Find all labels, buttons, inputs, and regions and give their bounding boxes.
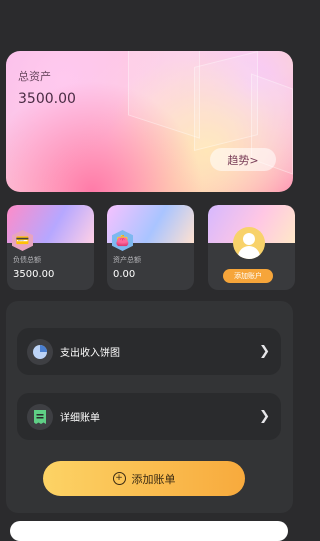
decor-shape — [194, 51, 258, 151]
total-assets-card: 总资产 3500.00 趋势> — [6, 51, 293, 192]
decor-shape — [128, 51, 200, 139]
chevron-right-icon: ❯ — [259, 409, 270, 424]
pie-chart-label: 支出收入饼图 — [60, 348, 120, 359]
add-account-button[interactable]: 添加账户 — [223, 269, 273, 283]
assets-card[interactable]: 👛 资产总额 0.00 — [107, 205, 194, 290]
actions-panel: 支出收入饼图 ❯ 详细账单 ❯ + 添加账单 — [6, 301, 293, 513]
add-account-card[interactable]: + 添加账户 — [208, 205, 295, 290]
plus-circle-icon: + — [112, 472, 126, 485]
bottom-sheet-edge — [10, 521, 288, 541]
add-bill-label: 添加账单 — [131, 472, 176, 486]
assets-total-value: 0.00 — [113, 269, 136, 280]
total-assets-value: 3500.00 — [18, 91, 76, 107]
debt-card[interactable]: 💳 负债总额 3500.00 — [7, 205, 94, 290]
pie-chart-row[interactable]: 支出收入饼图 ❯ — [17, 328, 281, 375]
receipt-icon — [27, 403, 53, 430]
add-bill-button[interactable]: + 添加账单 — [43, 461, 245, 496]
detailed-bill-row[interactable]: 详细账单 ❯ — [17, 393, 281, 440]
debt-total-label: 负债总额 — [13, 256, 41, 264]
assets-total-label: 资产总额 — [113, 256, 141, 264]
add-user-icon — [233, 227, 265, 259]
chevron-right-icon: ❯ — [259, 344, 270, 359]
trend-button[interactable]: 趋势> — [210, 148, 276, 171]
debt-total-value: 3500.00 — [13, 269, 55, 280]
detailed-bill-label: 详细账单 — [60, 413, 100, 424]
pie-chart-icon — [27, 338, 53, 365]
total-assets-label: 总资产 — [18, 70, 51, 83]
